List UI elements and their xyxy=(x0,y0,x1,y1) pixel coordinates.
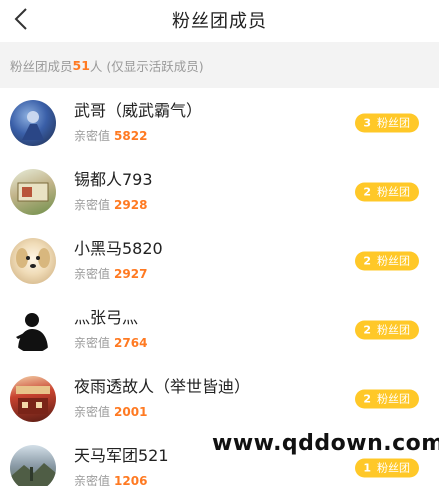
back-button[interactable] xyxy=(6,4,36,34)
badge-label: 粉丝团 xyxy=(377,254,410,268)
top-nav-bar: 粉丝团成员 xyxy=(0,0,439,40)
fan-club-badge: 3 粉丝团 xyxy=(355,113,419,132)
badge-label: 粉丝团 xyxy=(377,185,410,199)
avatar[interactable] xyxy=(10,375,56,422)
chevron-left-icon xyxy=(14,8,27,30)
member-count-summary: 粉丝团成员 51 人 (仅显示活跃成员) xyxy=(0,42,439,88)
intimacy-label: 亲密值 xyxy=(74,336,111,350)
intimacy-value: 2764 xyxy=(114,336,148,350)
building-icon xyxy=(16,385,50,414)
badge-level: 3 xyxy=(363,116,371,129)
member-count: 51 xyxy=(72,57,90,73)
fan-club-badge: 2 粉丝团 xyxy=(355,320,419,339)
fan-club-badge: 1 粉丝团 xyxy=(355,458,419,477)
intimacy-value: 2001 xyxy=(114,405,148,419)
avatar[interactable] xyxy=(10,306,56,353)
intimacy-value: 5822 xyxy=(114,129,148,143)
badge-level: 2 xyxy=(363,185,371,198)
avatar[interactable] xyxy=(10,237,56,284)
badge-label: 粉丝团 xyxy=(377,392,410,406)
landscape-icon xyxy=(10,462,56,486)
member-row[interactable]: 武哥（威武霸气） 亲密值 5822 3 粉丝团 xyxy=(0,88,439,157)
site-watermark: www.qddown.com xyxy=(212,431,439,456)
intimacy-label: 亲密值 xyxy=(74,474,111,486)
fan-club-badge: 2 粉丝团 xyxy=(355,389,419,408)
badge-label: 粉丝团 xyxy=(377,323,410,337)
avatar-photo-icon xyxy=(17,182,49,201)
intimacy-value: 1206 xyxy=(114,474,148,486)
badge-level: 2 xyxy=(363,392,371,405)
fan-club-badge: 2 粉丝团 xyxy=(355,251,419,270)
member-list: 武哥（威武霸气） 亲密值 5822 3 粉丝团 锡都人793 亲密值 2928 2 粉丝… xyxy=(0,88,439,486)
dog-icon xyxy=(16,247,50,268)
page-title: 粉丝团成员 xyxy=(172,11,267,32)
fan-club-badge: 2 粉丝团 xyxy=(355,182,419,201)
avatar-figure-icon xyxy=(22,110,44,140)
member-row[interactable]: 夜雨透故人（举世皆迪） 亲密值 2001 2 粉丝团 xyxy=(0,364,439,433)
summary-suffix: 人 (仅显示活跃成员) xyxy=(89,58,204,74)
avatar[interactable] xyxy=(10,444,56,486)
badge-level: 2 xyxy=(363,323,371,336)
badge-level: 2 xyxy=(363,254,371,267)
intimacy-label: 亲密值 xyxy=(74,267,111,281)
badge-level: 1 xyxy=(363,461,371,474)
member-row[interactable]: 锡都人793 亲密值 2928 2 粉丝团 xyxy=(0,157,439,226)
intimacy-label: 亲密值 xyxy=(74,129,111,143)
intimacy-value: 2927 xyxy=(114,267,148,281)
avatar[interactable] xyxy=(10,168,56,215)
summary-prefix: 粉丝团成员 xyxy=(10,58,73,74)
badge-label: 粉丝团 xyxy=(377,116,410,130)
member-row[interactable]: 小黑马5820 亲密值 2927 2 粉丝团 xyxy=(0,226,439,295)
intimacy-label: 亲密值 xyxy=(74,405,111,419)
avatar[interactable] xyxy=(10,99,56,146)
member-row[interactable]: 灬张弓灬 亲密值 2764 2 粉丝团 xyxy=(0,295,439,364)
badge-label: 粉丝团 xyxy=(377,461,410,475)
intimacy-label: 亲密值 xyxy=(74,198,111,212)
intimacy-value: 2928 xyxy=(114,198,148,212)
silhouette-icon xyxy=(16,312,48,351)
